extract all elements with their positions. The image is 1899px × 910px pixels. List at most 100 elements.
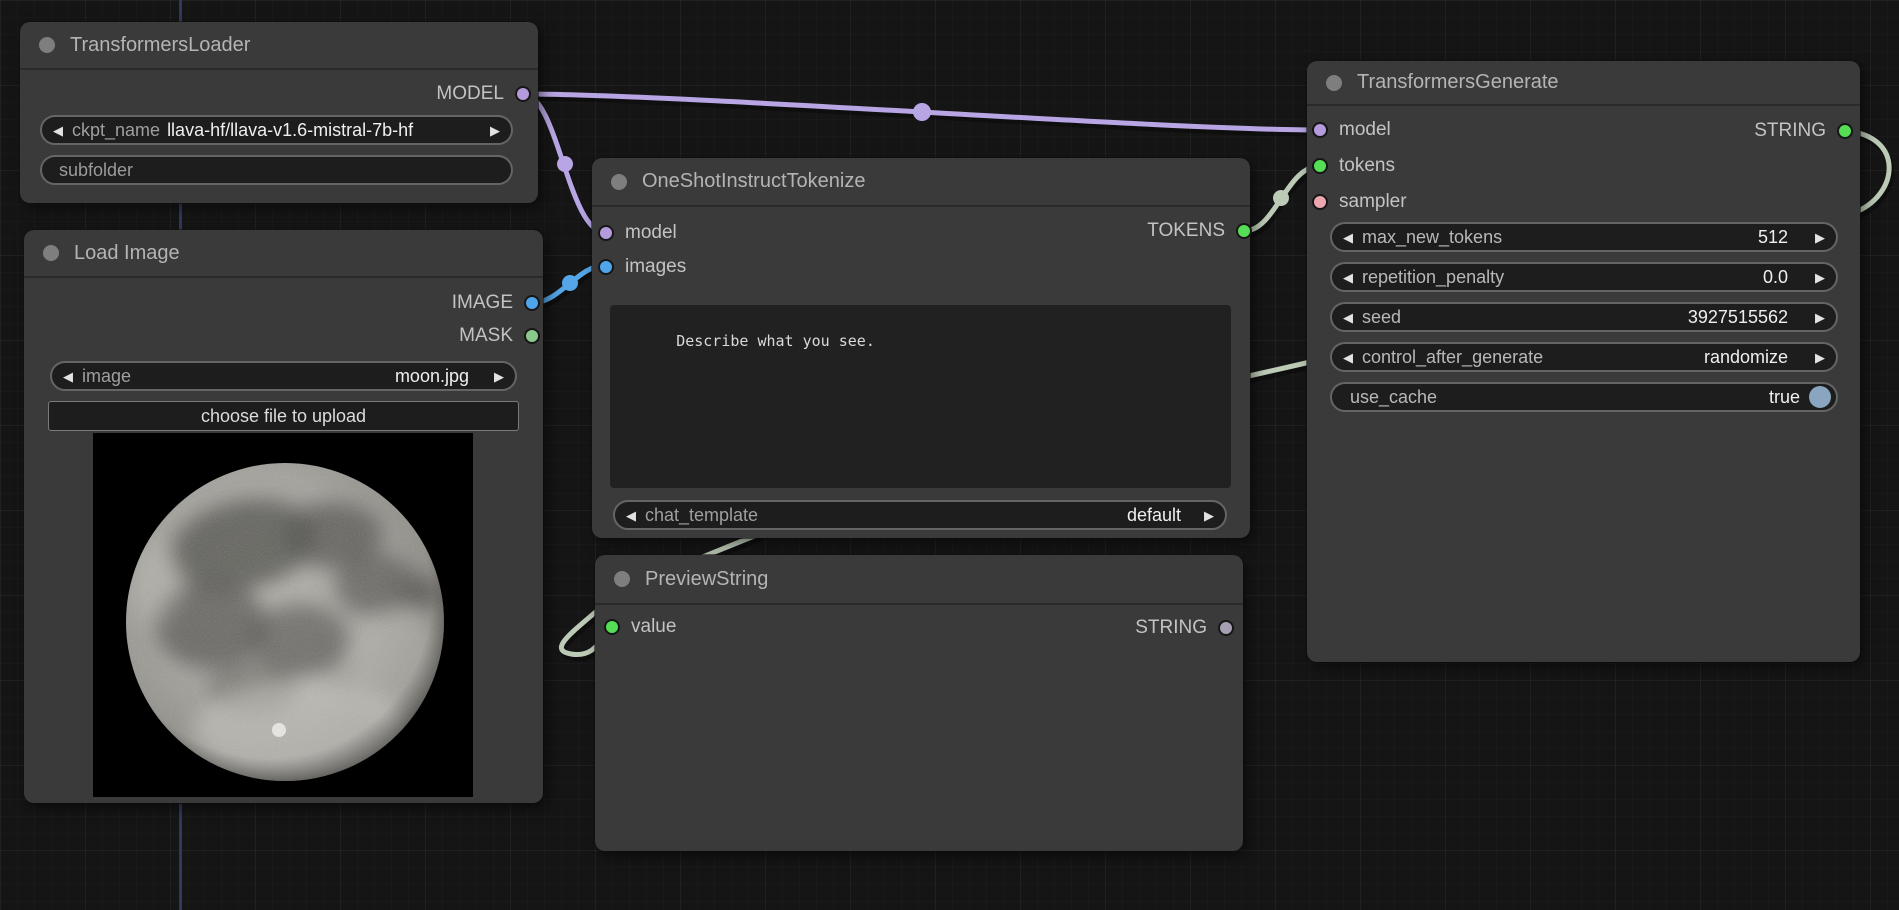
node-title: Load Image	[74, 242, 180, 265]
prev-value-arrow-icon[interactable]: ◀	[53, 124, 63, 137]
sampler-port-dot[interactable]	[1312, 194, 1328, 210]
node-load-image[interactable]: Load Image IMAGE MASK ◀ image moon.jpg ▶…	[24, 230, 543, 803]
output-port-label: IMAGE	[452, 292, 513, 314]
node-transformers-loader[interactable]: TransformersLoader MODEL ◀ ckpt_name lla…	[20, 22, 538, 203]
input-port-label: images	[625, 256, 686, 278]
decrement-arrow-icon[interactable]: ◀	[1343, 271, 1353, 284]
node-preview-string[interactable]: PreviewString value STRING	[595, 555, 1243, 851]
prompt-textarea[interactable]: Describe what you see.	[610, 305, 1231, 488]
node-status-dot	[39, 37, 55, 53]
decrement-arrow-icon[interactable]: ◀	[1343, 231, 1353, 244]
string-port-dot[interactable]	[1218, 620, 1234, 636]
output-port-tokens[interactable]: TOKENS	[1147, 220, 1252, 242]
widget-value: 0.0	[1763, 267, 1788, 288]
input-port-label: value	[631, 616, 676, 638]
input-port-tokens[interactable]: tokens	[1312, 155, 1395, 177]
moon-image	[93, 433, 473, 797]
choose-file-button[interactable]: choose file to upload	[48, 401, 519, 431]
widget-value: moon.jpg	[395, 366, 469, 387]
tokens-port-dot[interactable]	[1236, 223, 1252, 239]
widget-label: control_after_generate	[1362, 347, 1543, 368]
node-title-bar[interactable]: OneShotInstructTokenize	[592, 158, 1250, 207]
tokens-port-dot[interactable]	[1312, 158, 1328, 174]
input-port-value[interactable]: value	[604, 616, 676, 638]
graph-canvas[interactable]: TransformersLoader MODEL ◀ ckpt_name lla…	[0, 0, 1899, 910]
widget-label: ckpt_name	[72, 120, 160, 141]
output-port-label: TOKENS	[1147, 220, 1225, 242]
node-title-bar[interactable]: Load Image	[24, 230, 543, 278]
node-title-bar[interactable]: TransformersGenerate	[1307, 61, 1860, 106]
link-dot-model-generate	[913, 103, 931, 121]
node-title: OneShotInstructTokenize	[642, 170, 865, 193]
seed-widget[interactable]: ◀ seed 3927515562 ▶	[1330, 302, 1838, 332]
string-port-dot[interactable]	[1837, 123, 1853, 139]
output-port-label: MODEL	[436, 83, 504, 105]
prev-value-arrow-icon[interactable]: ◀	[1343, 351, 1353, 364]
output-port-label: STRING	[1754, 120, 1826, 142]
input-port-label: tokens	[1339, 155, 1395, 177]
widget-label: use_cache	[1350, 387, 1437, 408]
next-value-arrow-icon[interactable]: ▶	[490, 124, 500, 137]
output-port-string[interactable]: STRING	[1135, 617, 1234, 639]
output-port-image[interactable]: IMAGE	[452, 292, 540, 314]
output-port-label: STRING	[1135, 617, 1207, 639]
model-port-dot[interactable]	[1312, 122, 1328, 138]
increment-arrow-icon[interactable]: ▶	[1815, 311, 1825, 324]
increment-arrow-icon[interactable]: ▶	[1815, 271, 1825, 284]
use-cache-toggle-widget[interactable]: use_cache true	[1330, 382, 1838, 412]
node-status-dot	[614, 571, 630, 587]
link-dot-image-images	[562, 275, 578, 291]
prompt-text: Describe what you see.	[676, 332, 875, 350]
toggle-knob-icon[interactable]	[1809, 386, 1831, 408]
prev-value-arrow-icon[interactable]: ◀	[626, 509, 636, 522]
input-port-model[interactable]: model	[598, 222, 677, 244]
image-port-dot[interactable]	[524, 295, 540, 311]
image-file-combo[interactable]: ◀ image moon.jpg ▶	[50, 361, 517, 391]
node-transformers-generate[interactable]: TransformersGenerate model tokens sample…	[1307, 61, 1860, 662]
next-value-arrow-icon[interactable]: ▶	[1204, 509, 1214, 522]
widget-label: image	[82, 366, 131, 387]
model-port-dot[interactable]	[598, 225, 614, 241]
widget-label: max_new_tokens	[1362, 227, 1502, 248]
node-title-bar[interactable]: PreviewString	[595, 555, 1243, 605]
link-dot-tokens-generate	[1273, 190, 1289, 206]
widget-value: 512	[1758, 227, 1788, 248]
subfolder-text-field[interactable]: subfolder	[40, 155, 513, 185]
images-port-dot[interactable]	[598, 259, 614, 275]
model-port-dot[interactable]	[515, 86, 531, 102]
next-value-arrow-icon[interactable]: ▶	[1815, 351, 1825, 364]
link-dot-model-tokenize	[557, 156, 573, 172]
node-status-dot	[43, 245, 59, 261]
input-port-images[interactable]: images	[598, 256, 686, 278]
widget-label: repetition_penalty	[1362, 267, 1504, 288]
max-new-tokens-widget[interactable]: ◀ max_new_tokens 512 ▶	[1330, 222, 1838, 252]
control-after-generate-widget[interactable]: ◀ control_after_generate randomize ▶	[1330, 342, 1838, 372]
image-preview	[93, 433, 473, 797]
node-oneshot-instruct-tokenize[interactable]: OneShotInstructTokenize model images TOK…	[592, 158, 1250, 538]
widget-label: seed	[1362, 307, 1401, 328]
node-title: TransformersGenerate	[1357, 71, 1559, 94]
mask-port-dot[interactable]	[524, 328, 540, 344]
chat-template-combo[interactable]: ◀ chat_template default ▶	[613, 500, 1227, 530]
prev-value-arrow-icon[interactable]: ◀	[63, 370, 73, 383]
node-status-dot	[611, 174, 627, 190]
input-port-model[interactable]: model	[1312, 119, 1391, 141]
decrement-arrow-icon[interactable]: ◀	[1343, 311, 1353, 324]
output-port-mask[interactable]: MASK	[459, 325, 540, 347]
field-placeholder: subfolder	[59, 160, 133, 181]
button-label: choose file to upload	[201, 406, 366, 427]
increment-arrow-icon[interactable]: ▶	[1815, 231, 1825, 244]
node-title-bar[interactable]: TransformersLoader	[20, 22, 538, 70]
repetition-penalty-widget[interactable]: ◀ repetition_penalty 0.0 ▶	[1330, 262, 1838, 292]
node-title: TransformersLoader	[70, 34, 250, 57]
widget-value: randomize	[1704, 347, 1788, 368]
input-port-sampler[interactable]: sampler	[1312, 191, 1407, 213]
value-port-dot[interactable]	[604, 619, 620, 635]
output-port-model[interactable]: MODEL	[436, 83, 531, 105]
input-port-label: model	[625, 222, 677, 244]
next-value-arrow-icon[interactable]: ▶	[494, 370, 504, 383]
ckpt-name-combo[interactable]: ◀ ckpt_name llava-hf/llava-v1.6-mistral-…	[40, 115, 513, 145]
widget-value: llava-hf/llava-v1.6-mistral-7b-hf	[167, 120, 413, 141]
output-port-string[interactable]: STRING	[1754, 120, 1853, 142]
input-port-label: model	[1339, 119, 1391, 141]
